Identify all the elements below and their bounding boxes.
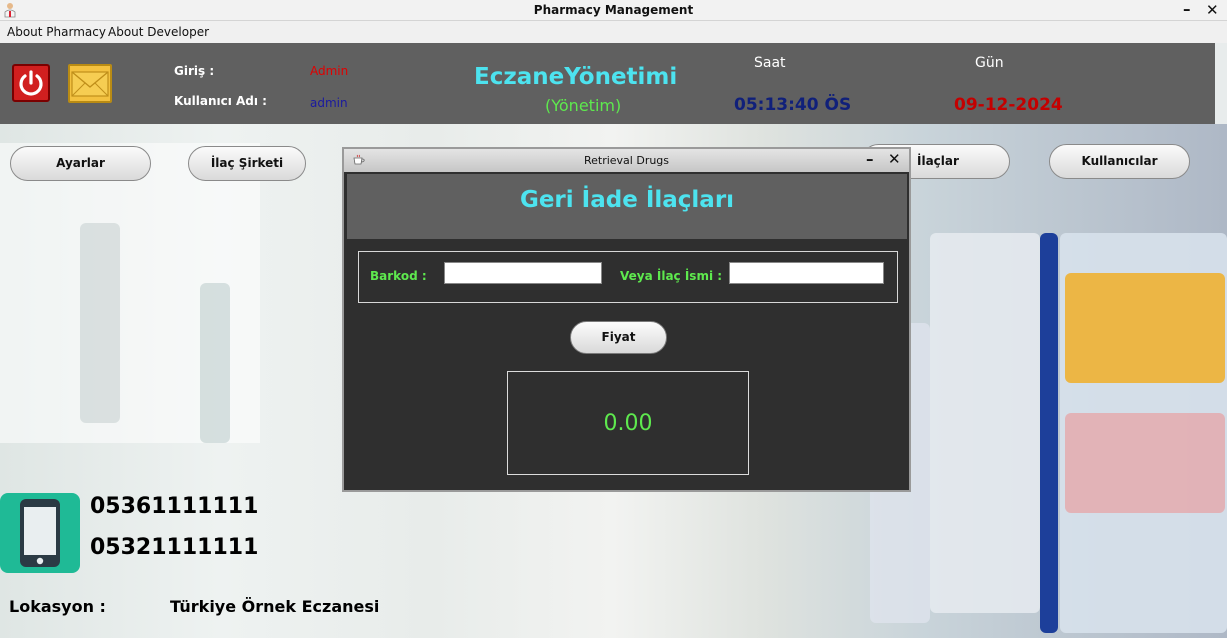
logout-button[interactable]: [12, 64, 50, 102]
dialog-close-button[interactable]: ✕: [888, 150, 901, 168]
smartphone-icon: [20, 499, 60, 567]
dialog-heading: Geri İade İlaçları: [519, 187, 735, 213]
app-brand-subtitle: (Yönetim): [545, 96, 622, 115]
username-label: Kullanıcı Adı :: [174, 94, 267, 108]
retrieval-drugs-dialog: Retrieval Drugs – ✕ Geri İade İlaçları B…: [342, 147, 911, 492]
menu-about-pharmacy[interactable]: About Pharmacy: [7, 25, 106, 39]
settings-button[interactable]: Ayarlar: [10, 146, 151, 181]
dialog-titlebar: Retrieval Drugs – ✕: [344, 149, 909, 172]
window-titlebar: Pharmacy Management – ✕: [0, 0, 1227, 21]
price-display: 0.00: [507, 371, 749, 475]
time-label: Saat: [754, 55, 786, 71]
search-panel: Barkod : Veya İlaç İsmi :: [358, 251, 898, 303]
mail-button[interactable]: [68, 64, 112, 103]
dialog-title: Retrieval Drugs: [583, 154, 670, 167]
menu-about-developer[interactable]: About Developer: [108, 25, 209, 39]
phone-number-1: 05361111111: [90, 494, 259, 519]
price-value: 0.00: [603, 411, 653, 436]
location-label: Lokasyon :: [9, 597, 106, 616]
close-button[interactable]: ✕: [1206, 1, 1219, 19]
dialog-header: Geri İade İlaçları: [347, 174, 907, 239]
users-button[interactable]: Kullanıcılar: [1049, 144, 1190, 179]
price-button[interactable]: Fiyat: [570, 321, 667, 354]
barcode-label: Barkod :: [370, 269, 427, 283]
window-title: Pharmacy Management: [533, 3, 694, 17]
time-value: 05:13:40 ÖS: [734, 95, 852, 115]
day-label: Gün: [975, 55, 1004, 71]
date-value: 09-12-2024: [954, 95, 1063, 115]
drug-name-input[interactable]: [729, 262, 884, 284]
app-brand-title: EczaneYönetimi: [474, 64, 678, 90]
login-value: Admin: [310, 64, 349, 78]
menu-bar: About Pharmacy About Developer: [0, 21, 1227, 43]
phone-number-2: 05321111111: [90, 535, 259, 560]
drug-company-button[interactable]: İlaç Şirketi: [188, 146, 306, 181]
power-icon: [19, 70, 43, 96]
username-value: admin: [310, 96, 348, 110]
barcode-input[interactable]: [444, 262, 602, 284]
phone-tile: [0, 493, 80, 573]
drug-name-label: Veya İlaç İsmi :: [620, 269, 723, 283]
location-value: Türkiye Örnek Eczanesi: [170, 597, 380, 616]
minimize-button[interactable]: –: [1183, 0, 1191, 18]
dialog-minimize-button[interactable]: –: [866, 150, 874, 168]
envelope-icon: [71, 71, 109, 97]
login-label: Giriş :: [174, 64, 215, 78]
